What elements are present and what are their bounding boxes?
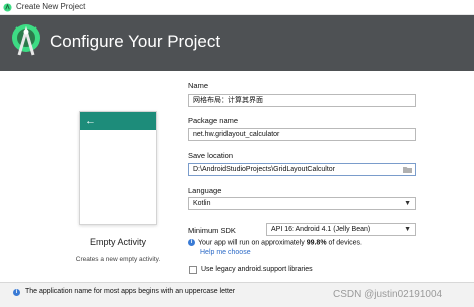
chevron-down-icon: ▼ — [404, 226, 411, 233]
template-name: Empty Activity — [89, 237, 146, 247]
title-bar: Create New Project — [0, 0, 474, 15]
package-name-label: Package name — [188, 116, 239, 125]
info-icon: i — [188, 239, 195, 246]
help-me-choose-link[interactable]: Help me choose — [200, 249, 251, 256]
window-title: Create New Project — [16, 2, 86, 11]
watermark: CSDN @justin02191004 — [333, 289, 443, 300]
language-select[interactable]: Kotlin ▼ — [188, 197, 416, 210]
android-studio-logo-icon — [12, 24, 40, 56]
minimum-sdk-select[interactable]: API 16: Android 4.1 (Jelly Bean) ▼ — [266, 223, 416, 236]
language-label: Language — [188, 186, 222, 195]
page-title: Configure Your Project — [50, 32, 221, 51]
sdk-info-suffix: of devices. — [326, 239, 362, 247]
folder-icon[interactable] — [403, 166, 412, 173]
package-name-field[interactable]: net.hw.gridlayout_calculator — [188, 128, 416, 141]
info-icon: i — [13, 289, 20, 296]
language-value: Kotlin — [193, 200, 211, 207]
save-location-label: Save location — [188, 151, 234, 160]
save-location-field[interactable]: D:\AndroidStudioProjects\GridLayoutCalcu… — [188, 163, 416, 176]
template-description: Creates a new empty activity. — [75, 256, 161, 263]
save-location-value: D:\AndroidStudioProjects\GridLayoutCalcu… — [193, 166, 336, 173]
legacy-support-label[interactable]: Use legacy android.support libraries — [201, 266, 313, 273]
android-studio-icon — [3, 3, 12, 12]
name-label: Name — [188, 81, 209, 90]
minimum-sdk-value: API 16: Android 4.1 (Jelly Bean) — [271, 226, 371, 233]
template-preview: ← — [79, 111, 157, 225]
validation-message: The application name for most apps begin… — [25, 288, 236, 295]
back-arrow-icon: ← — [85, 115, 96, 127]
minimum-sdk-label: Minimum SDK — [188, 226, 236, 235]
chevron-down-icon: ▼ — [404, 200, 411, 207]
sdk-coverage-info: i Your app will run on approximately 99.8… — [188, 239, 362, 246]
wizard-header: Configure Your Project — [0, 15, 474, 71]
sdk-info-prefix: Your app will run on approximately — [198, 239, 307, 247]
sdk-info-percent: 99.8% — [306, 239, 327, 247]
name-field[interactable]: 网格布局：计算其界面 — [188, 94, 416, 107]
legacy-support-checkbox[interactable] — [189, 266, 197, 274]
